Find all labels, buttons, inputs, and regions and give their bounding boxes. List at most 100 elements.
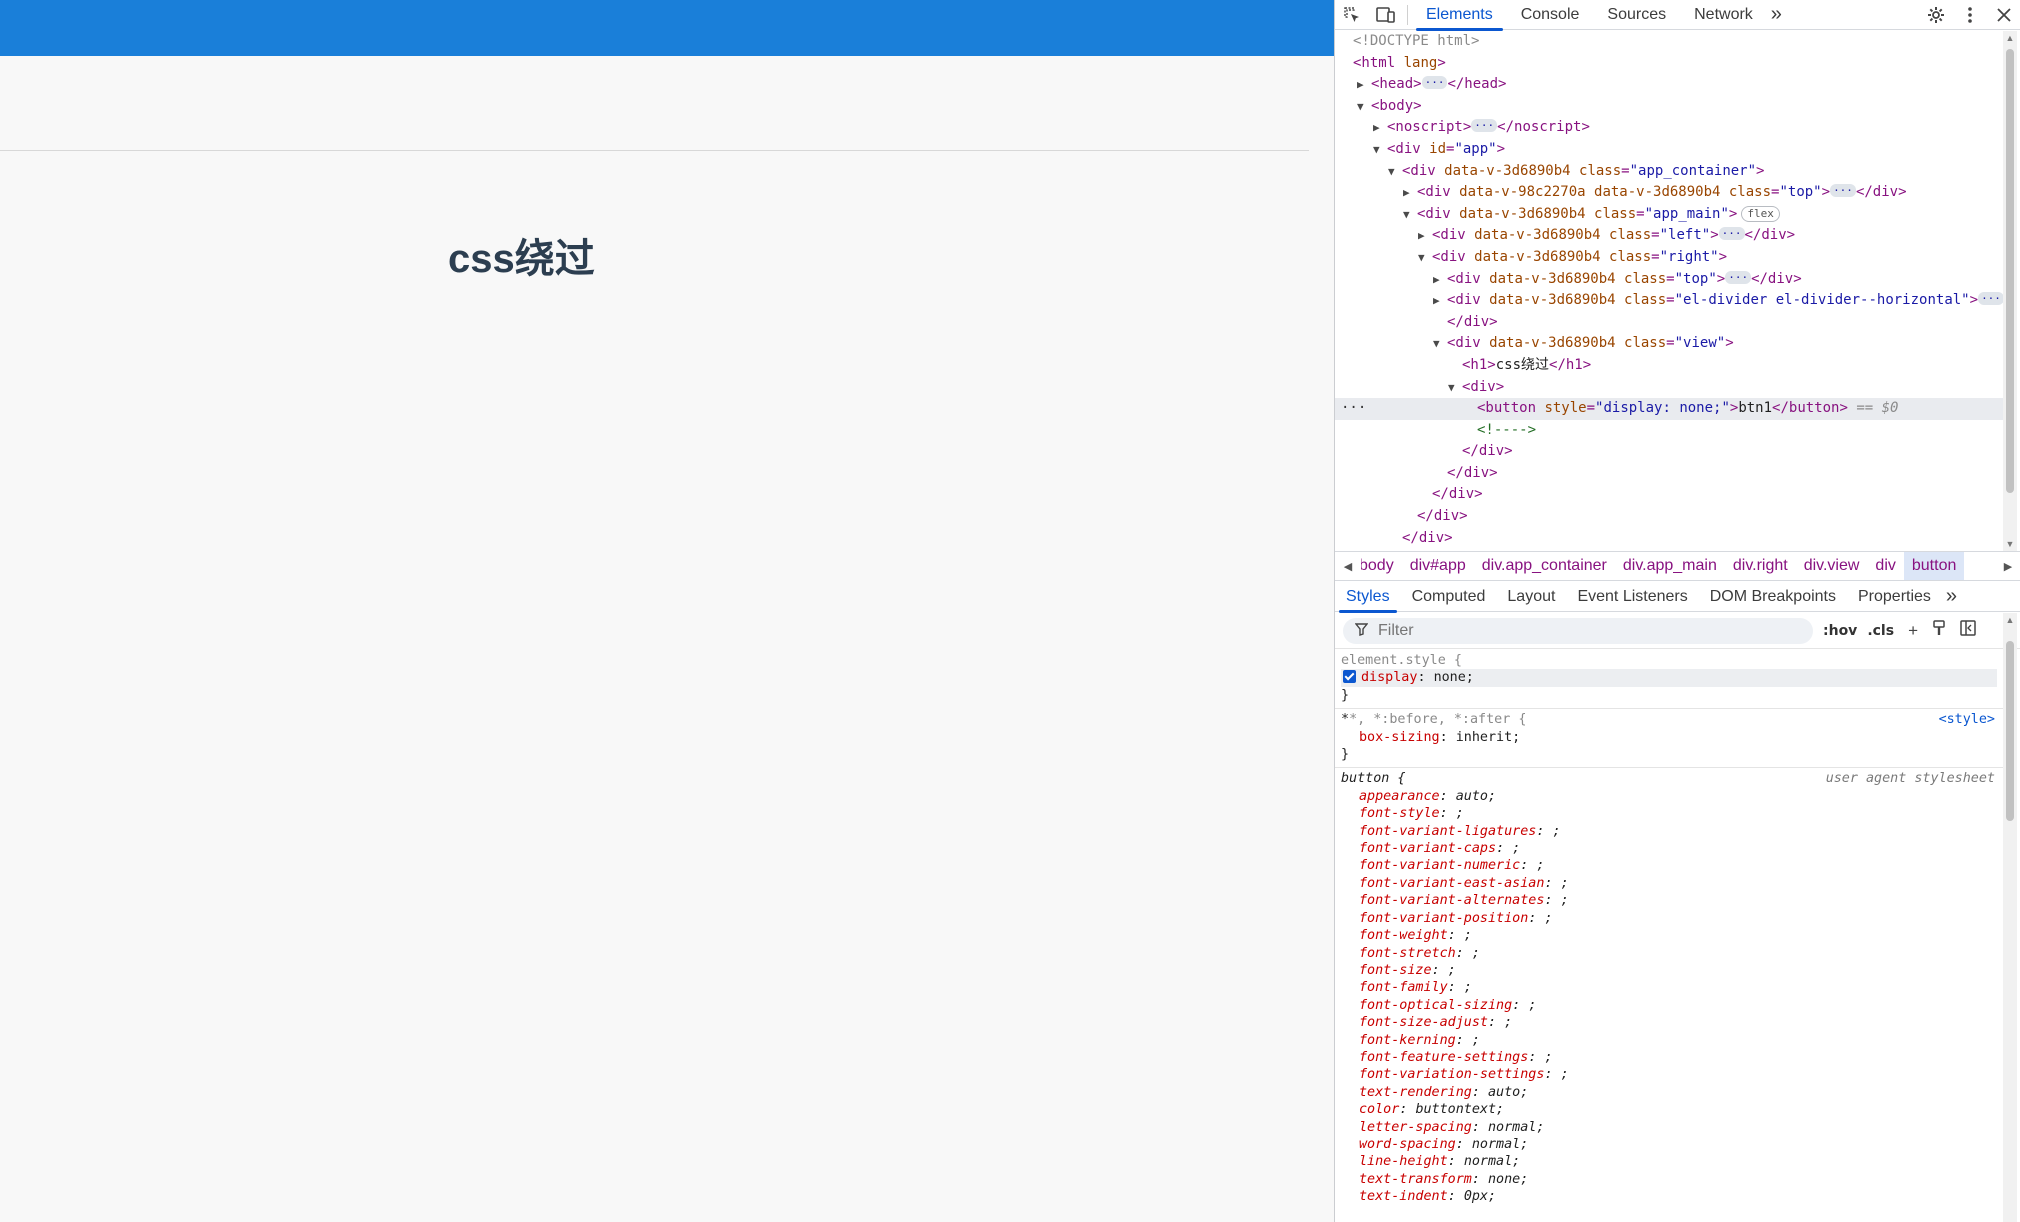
breadcrumb-item-div[interactable]: div: [1867, 552, 1903, 580]
dom-tree-scrollbar[interactable]: ▲ ▼: [2003, 31, 2017, 551]
property-value[interactable]: normal;: [1488, 1120, 1544, 1135]
breadcrumb-right-arrow-icon[interactable]: ▶: [1995, 560, 2020, 573]
dom-line-h1[interactable]: <h1>css绕过</h1>: [1335, 355, 2003, 377]
settings-gear-icon[interactable]: [1919, 0, 1953, 30]
style-declaration[interactable]: line-height: normal;: [1341, 1153, 1997, 1170]
class-toggle[interactable]: .cls: [1867, 623, 1894, 639]
property-name[interactable]: font-size-adjust: [1359, 1015, 1488, 1030]
styles-filter-input[interactable]: [1376, 620, 1776, 641]
property-name[interactable]: font-variant-numeric: [1359, 858, 1520, 873]
tab-computed[interactable]: Computed: [1401, 582, 1497, 612]
expand-triangle-icon[interactable]: ▶: [1433, 290, 1447, 312]
property-value[interactable]: ;: [1561, 893, 1569, 908]
dom-line-el-divider[interactable]: ▶ <div data-v-3d6890b4 class="el-divider …: [1335, 290, 2003, 312]
filter-box[interactable]: [1343, 617, 1813, 644]
collapse-triangle-icon[interactable]: ▼: [1418, 247, 1432, 269]
dom-line-app-container[interactable]: ▼ <div data-v-3d6890b4 class="app_contain…: [1335, 161, 2003, 183]
property-name[interactable]: letter-spacing: [1359, 1120, 1472, 1135]
style-declaration[interactable]: text-transform: none;: [1341, 1171, 1997, 1188]
style-declaration[interactable]: font-weight: ;: [1341, 927, 1997, 944]
style-declaration[interactable]: font-stretch: ;: [1341, 945, 1997, 962]
style-declaration[interactable]: font-size-adjust: ;: [1341, 1014, 1997, 1031]
dom-tree[interactable]: <!DOCTYPE html> <html lang> ▶ <head> ··· </…: [1335, 31, 2003, 551]
rule-source-link[interactable]: <style>: [1939, 711, 1995, 728]
property-name[interactable]: font-family: [1359, 980, 1448, 995]
dom-line-app-main-close[interactable]: </div>: [1335, 506, 2003, 528]
dom-line-head[interactable]: ▶ <head> ··· </head>: [1335, 74, 2003, 96]
property-value[interactable]: ;: [1544, 1050, 1552, 1065]
dom-line-right-close[interactable]: </div>: [1335, 484, 2003, 506]
property-value[interactable]: 0px;: [1464, 1189, 1496, 1204]
tab-properties[interactable]: Properties: [1847, 582, 1942, 612]
property-value[interactable]: ;: [1553, 824, 1561, 839]
property-name[interactable]: font-stretch: [1359, 946, 1456, 961]
property-name[interactable]: text-transform: [1359, 1172, 1472, 1187]
tab-console[interactable]: Console: [1507, 0, 1594, 30]
device-toolbar-icon[interactable]: [1369, 0, 1403, 30]
styles-scrollbar[interactable]: ▲: [2003, 613, 2017, 1222]
property-name[interactable]: appearance: [1359, 789, 1440, 804]
collapse-triangle-icon[interactable]: ▼: [1403, 204, 1417, 226]
style-declaration[interactable]: font-variation-settings: ;: [1341, 1066, 1997, 1083]
property-value[interactable]: ;: [1536, 858, 1544, 873]
property-name[interactable]: font-kerning: [1359, 1033, 1456, 1048]
style-declaration[interactable]: font-optical-sizing: ;: [1341, 997, 1997, 1014]
property-name[interactable]: font-feature-settings: [1359, 1050, 1528, 1065]
property-name[interactable]: font-size: [1359, 963, 1432, 978]
dom-line-el-divider-close[interactable]: </div>: [1335, 312, 2003, 334]
breadcrumb-item-div-app[interactable]: div#app: [1402, 552, 1474, 580]
dom-line-view-close[interactable]: </div>: [1335, 463, 2003, 485]
collapse-triangle-icon[interactable]: ▼: [1373, 139, 1387, 161]
property-name[interactable]: line-height: [1359, 1154, 1448, 1169]
declaration-checkbox[interactable]: [1343, 670, 1356, 684]
collapse-triangle-icon[interactable]: ▼: [1448, 377, 1462, 399]
expand-triangle-icon[interactable]: ▶: [1403, 182, 1417, 204]
style-declaration[interactable]: text-rendering: auto;: [1341, 1084, 1997, 1101]
style-declaration[interactable]: font-family: ;: [1341, 979, 1997, 996]
property-value[interactable]: ;: [1561, 876, 1569, 891]
style-declaration[interactable]: font-variant-caps: ;: [1341, 840, 1997, 857]
expand-triangle-icon[interactable]: ▶: [1433, 269, 1447, 291]
style-declaration[interactable]: font-variant-position: ;: [1341, 910, 1997, 927]
property-value[interactable]: auto;: [1456, 789, 1496, 804]
dom-line-doctype[interactable]: <!DOCTYPE html>: [1335, 31, 2003, 53]
style-declaration[interactable]: text-indent: 0px;: [1341, 1188, 1997, 1205]
property-value[interactable]: ;: [1561, 1067, 1569, 1082]
dom-line-inner-div[interactable]: ▼ <div>: [1335, 377, 2003, 399]
collapse-triangle-icon[interactable]: ▼: [1433, 333, 1447, 355]
style-declaration[interactable]: appearance: auto;: [1341, 788, 1997, 805]
property-value[interactable]: normal;: [1464, 1154, 1520, 1169]
property-value[interactable]: none;: [1488, 1172, 1528, 1187]
style-declaration[interactable]: font-variant-numeric: ;: [1341, 857, 1997, 874]
ellipsis-icon[interactable]: ···: [1830, 184, 1856, 198]
property-name[interactable]: font-optical-sizing: [1359, 998, 1512, 1013]
tab-dom-breakpoints[interactable]: DOM Breakpoints: [1699, 582, 1847, 612]
property-value[interactable]: auto;: [1488, 1085, 1528, 1100]
property-name[interactable]: text-rendering: [1359, 1085, 1472, 1100]
style-declaration[interactable]: color: buttontext;: [1341, 1101, 1997, 1118]
property-value[interactable]: normal;: [1472, 1137, 1528, 1152]
breadcrumb-left-arrow-icon[interactable]: ◀: [1335, 560, 1361, 573]
ellipsis-icon[interactable]: ···: [1718, 227, 1745, 241]
style-declaration[interactable]: font-variant-ligatures: ;: [1341, 823, 1997, 840]
property-name[interactable]: font-weight: [1359, 928, 1448, 943]
property-value[interactable]: ;: [1528, 998, 1536, 1013]
dom-line-html[interactable]: <html lang>: [1335, 53, 2003, 75]
ellipsis-icon[interactable]: ···: [1725, 270, 1752, 284]
property-name[interactable]: font-variant-ligatures: [1359, 824, 1536, 839]
property-value[interactable]: ;: [1464, 928, 1472, 943]
expand-triangle-icon[interactable]: ▶: [1357, 74, 1371, 96]
scroll-up-icon[interactable]: ▲: [2003, 615, 2017, 625]
breadcrumb-item-view[interactable]: div.view: [1796, 552, 1868, 580]
styles-scroll-thumb[interactable]: [2006, 641, 2014, 821]
more-tabs-icon[interactable]: »: [1767, 0, 1786, 30]
style-declaration[interactable]: font-variant-east-asian: ;: [1341, 875, 1997, 892]
ellipsis-icon[interactable]: ···: [1978, 292, 2003, 306]
dom-line-view[interactable]: ▼ <div data-v-3d6890b4 class="view">: [1335, 333, 2003, 355]
property-value[interactable]: ;: [1472, 946, 1480, 961]
inspect-element-icon[interactable]: [1335, 0, 1369, 30]
property-name[interactable]: font-style: [1359, 806, 1440, 821]
tab-styles[interactable]: Styles: [1335, 582, 1401, 613]
toggle-sidebar-icon[interactable]: [1960, 620, 1976, 641]
dom-line-inner-div-close[interactable]: </div>: [1335, 441, 2003, 463]
